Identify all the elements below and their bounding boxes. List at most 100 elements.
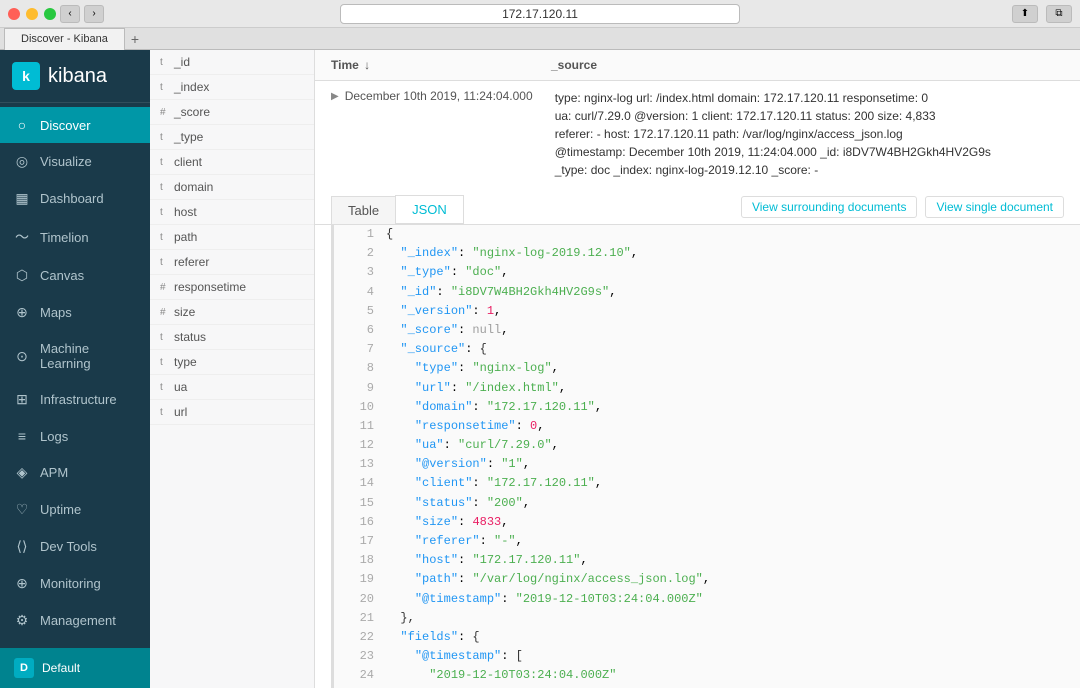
- sidebar-item-canvas[interactable]: ⬡ Canvas: [0, 257, 150, 294]
- json-line: 3 "_type": "doc",: [334, 263, 1080, 282]
- sidebar-item-monitoring[interactable]: ⊕ Monitoring: [0, 565, 150, 602]
- sidebar-item-maps[interactable]: ⊕ Maps: [0, 294, 150, 331]
- sidebar-item-dashboard-label: Dashboard: [40, 191, 104, 206]
- line-content: "@version": "1",: [386, 455, 1072, 474]
- sidebar-item-uptime[interactable]: ♡ Uptime: [0, 491, 150, 528]
- field-name-label: _id: [174, 55, 304, 69]
- field-item-domain[interactable]: tdomain: [150, 175, 314, 200]
- expand-icon[interactable]: ▶: [331, 91, 339, 102]
- field-item-ua[interactable]: tua: [150, 375, 314, 400]
- browser-tab[interactable]: Discover - Kibana: [4, 28, 125, 50]
- monitoring-icon: ⊕: [14, 575, 30, 592]
- json-line: 6 "_score": null,: [334, 321, 1080, 340]
- new-tab-button[interactable]: +: [131, 31, 139, 47]
- maps-icon: ⊕: [14, 304, 30, 321]
- field-name-label: host: [174, 205, 304, 219]
- tabbar: Discover - Kibana +: [0, 28, 1080, 50]
- view-single-button[interactable]: View single document: [925, 196, 1064, 218]
- field-item-_index[interactable]: t_index: [150, 75, 314, 100]
- dev-tools-icon: ⟨⟩: [14, 538, 30, 555]
- field-item-_type[interactable]: t_type: [150, 125, 314, 150]
- share-button[interactable]: ⬆: [1012, 5, 1038, 23]
- sidebar-item-machine-learning[interactable]: ⊙ Machine Learning: [0, 331, 150, 381]
- line-content: "path": "/var/log/nginx/access_json.log"…: [386, 570, 1072, 589]
- logs-icon: ≡: [14, 428, 30, 444]
- dashboard-icon: ▦: [14, 190, 30, 207]
- sidebar-item-discover-label: Discover: [40, 118, 91, 133]
- sidebar-item-infrastructure[interactable]: ⊞ Infrastructure: [0, 381, 150, 418]
- json-line: 19 "path": "/var/log/nginx/access_json.l…: [334, 570, 1080, 589]
- line-content: "size": 4833,: [386, 513, 1072, 532]
- line-content: "_index": "nginx-log-2019.12.10",: [386, 244, 1072, 263]
- sidebar-item-management[interactable]: ⚙ Management: [0, 602, 150, 639]
- field-item-client[interactable]: tclient: [150, 150, 314, 175]
- toolbar-right: ⬆ ⧉: [1012, 5, 1072, 23]
- sidebar-item-management-label: Management: [40, 613, 116, 628]
- field-item-host[interactable]: thost: [150, 200, 314, 225]
- view-tab-actions: View surrounding documents View single d…: [741, 196, 1064, 224]
- sidebar-item-logs-label: Logs: [40, 429, 68, 444]
- json-line: 4 "_id": "i8DV7W4BH2Gkh4HV2G9s",: [334, 283, 1080, 302]
- sidebar-item-logs[interactable]: ≡ Logs: [0, 418, 150, 454]
- kibana-logo-text: kibana: [48, 65, 107, 88]
- line-number: 18: [342, 551, 374, 570]
- field-item-size[interactable]: #size: [150, 300, 314, 325]
- field-item-responsetime[interactable]: #responsetime: [150, 275, 314, 300]
- field-name-label: type: [174, 355, 304, 369]
- line-number: 1: [342, 225, 374, 244]
- kibana-logo-icon: k: [12, 62, 40, 90]
- log-row: ▶ December 10th 2019, 11:24:04.000 type:…: [315, 81, 1080, 187]
- maximize-button[interactable]: [44, 8, 56, 20]
- json-line: 2 "_index": "nginx-log-2019.12.10",: [334, 244, 1080, 263]
- json-line: 21 },: [334, 609, 1080, 628]
- management-icon: ⚙: [14, 612, 30, 629]
- line-number: 10: [342, 398, 374, 417]
- apm-icon: ◈: [14, 464, 30, 481]
- sidebar-item-apm[interactable]: ◈ APM: [0, 454, 150, 491]
- log-entry: ▶ December 10th 2019, 11:24:04.000 type:…: [315, 81, 1080, 688]
- col-source: _source: [551, 58, 1064, 72]
- close-button[interactable]: [8, 8, 20, 20]
- back-button[interactable]: ‹: [60, 5, 80, 23]
- sidebar-item-maps-label: Maps: [40, 305, 72, 320]
- sidebar-item-dev-tools-label: Dev Tools: [40, 539, 97, 554]
- infrastructure-icon: ⊞: [14, 391, 30, 408]
- field-item-referer[interactable]: treferer: [150, 250, 314, 275]
- json-line: 5 "_version": 1,: [334, 302, 1080, 321]
- address-bar[interactable]: 172.17.120.11: [340, 4, 740, 24]
- field-item-status[interactable]: tstatus: [150, 325, 314, 350]
- sidebar-item-timelion[interactable]: 〜 Timelion: [0, 217, 150, 257]
- line-content: "_type": "doc",: [386, 263, 1072, 282]
- field-item-type[interactable]: ttype: [150, 350, 314, 375]
- sidebar-item-visualize[interactable]: ◎ Visualize: [0, 143, 150, 180]
- line-number: 11: [342, 417, 374, 436]
- sidebar-item-discover[interactable]: ○ Discover: [0, 107, 150, 143]
- json-line: 1{: [334, 225, 1080, 244]
- sidebar-footer[interactable]: D Default: [0, 648, 150, 688]
- sidebar-item-dashboard[interactable]: ▦ Dashboard: [0, 180, 150, 217]
- sidebar-item-infrastructure-label: Infrastructure: [40, 392, 117, 407]
- field-item-_score[interactable]: #_score: [150, 100, 314, 125]
- tab-json[interactable]: JSON: [395, 195, 464, 224]
- col-time[interactable]: Time ↓: [331, 58, 551, 72]
- sidebar-item-dev-tools[interactable]: ⟨⟩ Dev Tools: [0, 528, 150, 565]
- forward-button[interactable]: ›: [84, 5, 104, 23]
- view-surrounding-button[interactable]: View surrounding documents: [741, 196, 918, 218]
- window-button[interactable]: ⧉: [1046, 5, 1072, 23]
- main-content: Time ↓ _source ▶ December 10th 2019, 11:…: [315, 50, 1080, 688]
- json-line: 17 "referer": "-",: [334, 532, 1080, 551]
- field-name-label: url: [174, 405, 304, 419]
- field-item-path[interactable]: tpath: [150, 225, 314, 250]
- timelion-icon: 〜: [14, 227, 30, 247]
- tab-table[interactable]: Table: [331, 196, 396, 224]
- line-number: 16: [342, 513, 374, 532]
- field-item-url[interactable]: turl: [150, 400, 314, 425]
- json-line: 11 "responsetime": 0,: [334, 417, 1080, 436]
- minimize-button[interactable]: [26, 8, 38, 20]
- nav-buttons: ‹ ›: [60, 5, 104, 23]
- field-panel: t_idt_index#_scoret_typetclienttdomainth…: [150, 50, 315, 688]
- line-content: "_version": 1,: [386, 302, 1072, 321]
- line-content: "@timestamp": [: [386, 647, 1072, 666]
- field-item-_id[interactable]: t_id: [150, 50, 314, 75]
- field-name-label: _index: [174, 80, 304, 94]
